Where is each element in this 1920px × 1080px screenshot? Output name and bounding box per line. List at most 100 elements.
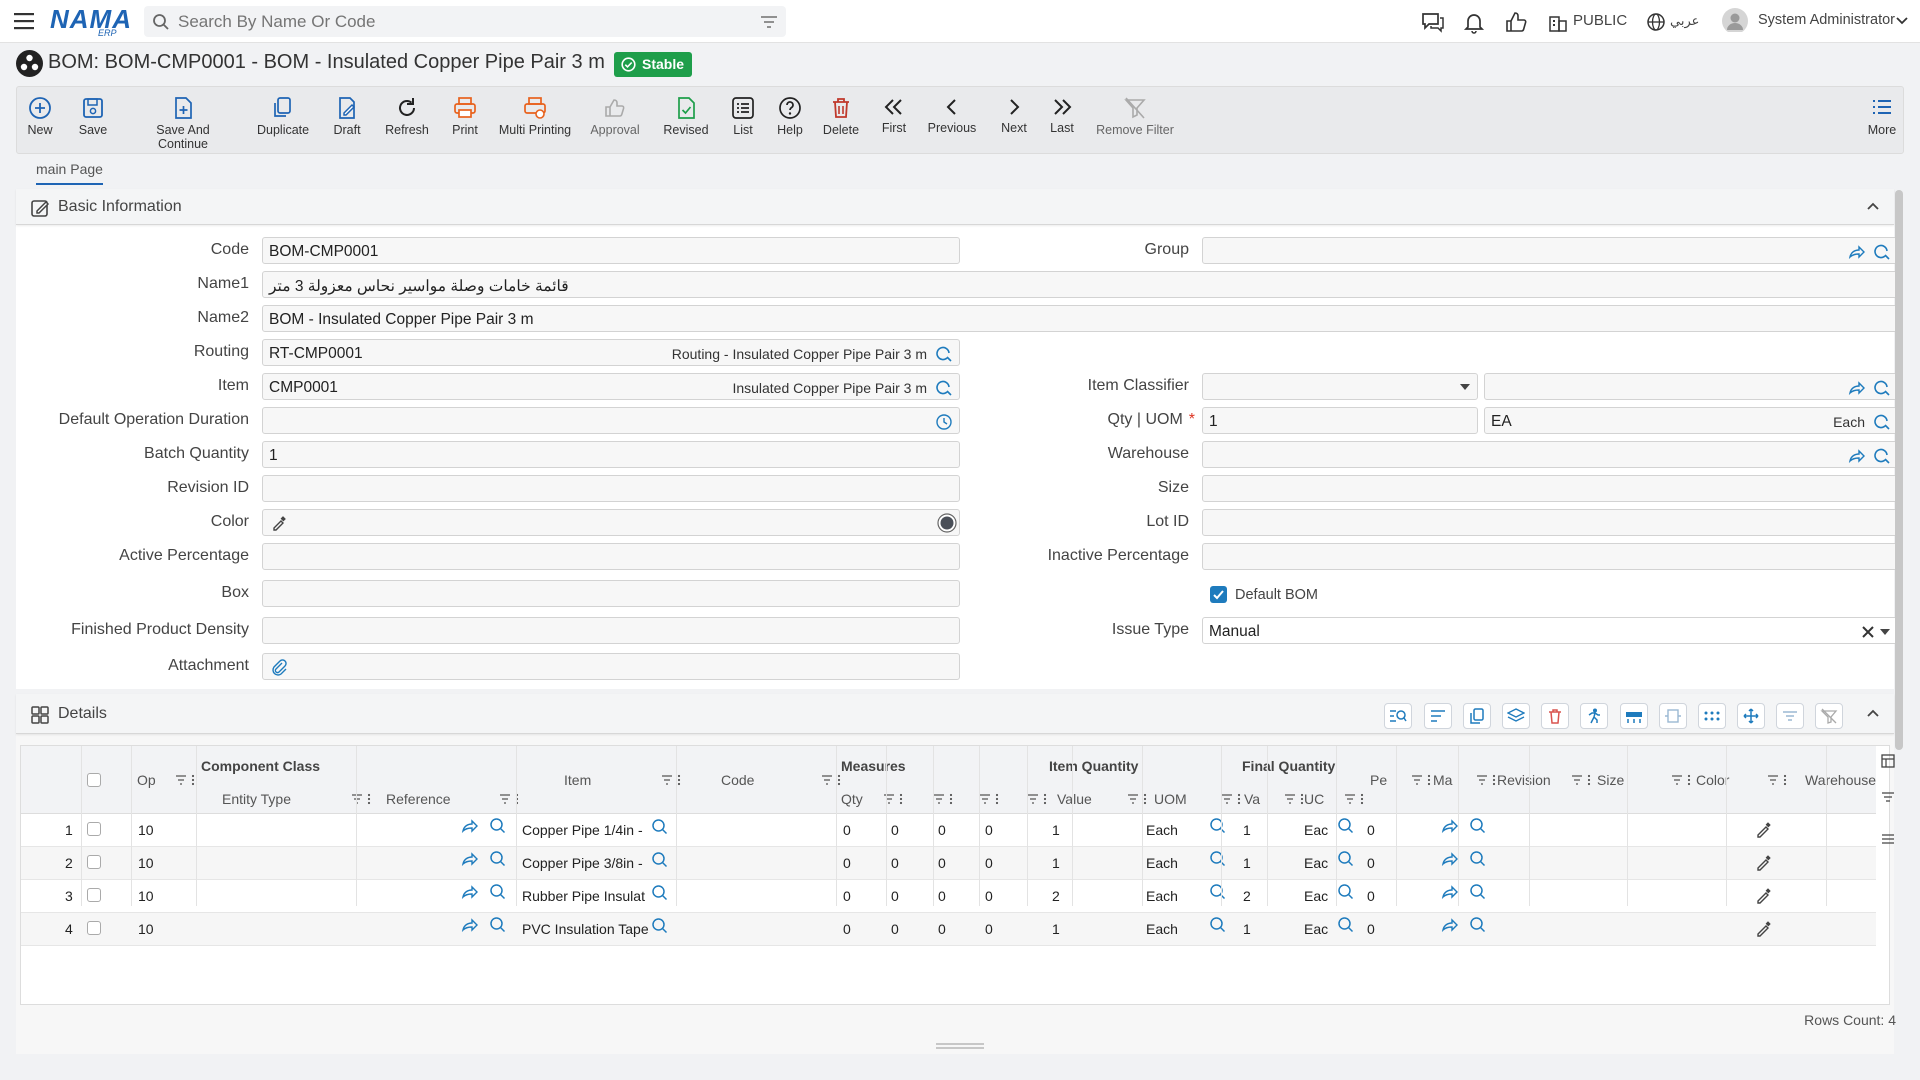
column-filter-icon[interactable] [821,774,843,788]
column-filter-icon[interactable] [933,793,955,807]
column-filter-icon[interactable] [1344,793,1366,807]
share-arrow-icon[interactable] [1441,917,1459,935]
grid-copy-button[interactable] [1463,703,1491,729]
share-arrow-icon[interactable] [461,884,479,902]
default-bom-checkbox[interactable] [1210,586,1227,603]
reference-column-header[interactable]: Reference [386,791,451,807]
row-checkbox[interactable] [87,855,101,869]
search-refresh-icon[interactable] [1873,379,1891,397]
warehouse-column-header[interactable]: Warehouse [1805,772,1876,788]
column-filter-icon[interactable] [1284,793,1306,807]
clock-icon[interactable] [935,413,953,431]
column-filter-icon[interactable] [1411,774,1433,788]
grid-remove-filter-button[interactable] [1815,703,1843,729]
chevron-down-icon[interactable] [1895,16,1909,40]
select-all-checkbox[interactable] [87,773,101,787]
last-record-button[interactable]: Last [1047,95,1077,135]
thumbs-up-icon[interactable] [1504,10,1528,34]
search-icon[interactable] [489,883,507,901]
resize-handle-icon[interactable] [935,1042,985,1050]
save-and-continue-button[interactable]: Save And Continue [131,95,235,151]
default-operation-duration-field[interactable] [262,407,960,434]
nama-logo[interactable]: NAMA ERP [50,5,132,39]
active-percentage-field[interactable] [262,543,960,570]
chat-icon[interactable] [1420,10,1446,34]
clear-icon[interactable] [1861,625,1875,639]
box-field[interactable] [262,580,960,607]
share-arrow-icon[interactable] [461,851,479,869]
search-refresh-icon[interactable] [1873,413,1891,431]
search-icon[interactable] [1209,817,1227,835]
column-filter-icon[interactable] [1671,774,1693,788]
column-filter-icon[interactable] [1571,774,1593,788]
search-icon[interactable] [651,818,669,836]
attachment-field[interactable] [262,653,960,680]
size-field[interactable] [1202,475,1898,502]
grid-search-button[interactable] [1384,703,1412,729]
save-button[interactable]: Save [77,95,109,137]
search-icon[interactable] [1209,883,1227,901]
refresh-button[interactable]: Refresh [382,95,432,137]
search-input[interactable] [178,10,738,33]
filter-icon[interactable] [1881,790,1895,804]
delete-button[interactable]: Delete [821,95,861,137]
inactive-percentage-field[interactable] [1202,543,1898,570]
search-icon[interactable] [1469,817,1487,835]
search-refresh-icon[interactable] [935,345,953,363]
table-row[interactable]: 3 10 Rubber Pipe Insulat 0 0 0 0 2 Each 2 Eac 0 [21,880,1876,913]
eyedropper-icon[interactable] [1755,853,1773,871]
share-arrow-icon[interactable] [1847,447,1865,465]
search-refresh-icon[interactable] [1873,243,1891,261]
item-classifier-select[interactable] [1202,373,1478,400]
uom-field[interactable]: EA Each [1484,407,1898,434]
search-icon[interactable] [489,850,507,868]
grid-run-button[interactable] [1580,703,1608,729]
color-swatch-icon[interactable] [937,513,957,533]
grid-sort-button[interactable] [1424,703,1452,729]
item-column-header[interactable]: Item [564,772,591,788]
batch-quantity-field[interactable]: 1 [262,441,960,468]
value-column-header[interactable]: Value [1057,791,1092,807]
row-checkbox[interactable] [87,822,101,836]
search-refresh-icon[interactable] [1873,447,1891,465]
eyedropper-icon[interactable] [271,515,287,531]
share-arrow-icon[interactable] [1847,379,1865,397]
column-filter-icon[interactable] [351,793,373,807]
search-icon[interactable] [1337,916,1355,934]
details-header[interactable]: Details [16,694,1894,734]
share-arrow-icon[interactable] [461,917,479,935]
column-filter-icon[interactable] [1127,793,1149,807]
share-arrow-icon[interactable] [461,818,479,836]
issue-type-select[interactable]: Manual [1202,617,1898,644]
duplicate-button[interactable]: Duplicate [257,95,309,137]
grid-filter-button[interactable] [1776,703,1804,729]
caret-down-icon[interactable] [1879,628,1891,636]
search-icon[interactable] [489,916,507,934]
tab-main-page[interactable]: main Page [36,161,103,185]
finished-product-density-field[interactable] [262,617,960,644]
routing-field[interactable]: RT-CMP0001 Routing - Insulated Copper Pi… [262,339,960,366]
grid-settings-icon[interactable] [1881,754,1895,768]
remove-filter-button[interactable]: Remove Filter [1095,95,1175,137]
code-field[interactable]: BOM-CMP0001 [262,237,960,264]
revised-button[interactable]: Revised [662,95,710,137]
name1-field[interactable]: قائمة خامات وصلة مواسير نحاس معزولة 3 مت… [262,271,1898,298]
color-field[interactable] [262,509,960,536]
search-icon[interactable] [651,851,669,869]
draft-button[interactable]: Draft [331,95,363,137]
basic-information-header[interactable]: Basic Information [16,189,1894,225]
search-icon[interactable] [1337,817,1355,835]
search-refresh-icon[interactable] [935,379,953,397]
search-icon[interactable] [1337,883,1355,901]
search-icon[interactable] [651,884,669,902]
grid-move-button[interactable] [1737,703,1765,729]
column-filter-icon[interactable] [1767,774,1789,788]
share-arrow-icon[interactable] [1441,884,1459,902]
qty-field[interactable]: 1 [1202,407,1478,434]
column-filter-icon[interactable] [175,774,197,788]
table-row[interactable]: 1 10 Copper Pipe 1/4in - 0 0 0 0 1 Each 1 Eac 0 [21,814,1876,847]
warehouse-field[interactable] [1202,441,1898,468]
column-filter-icon[interactable] [499,793,521,807]
op-column-header[interactable]: Op [137,772,156,788]
grid-delete-button[interactable] [1541,703,1569,729]
